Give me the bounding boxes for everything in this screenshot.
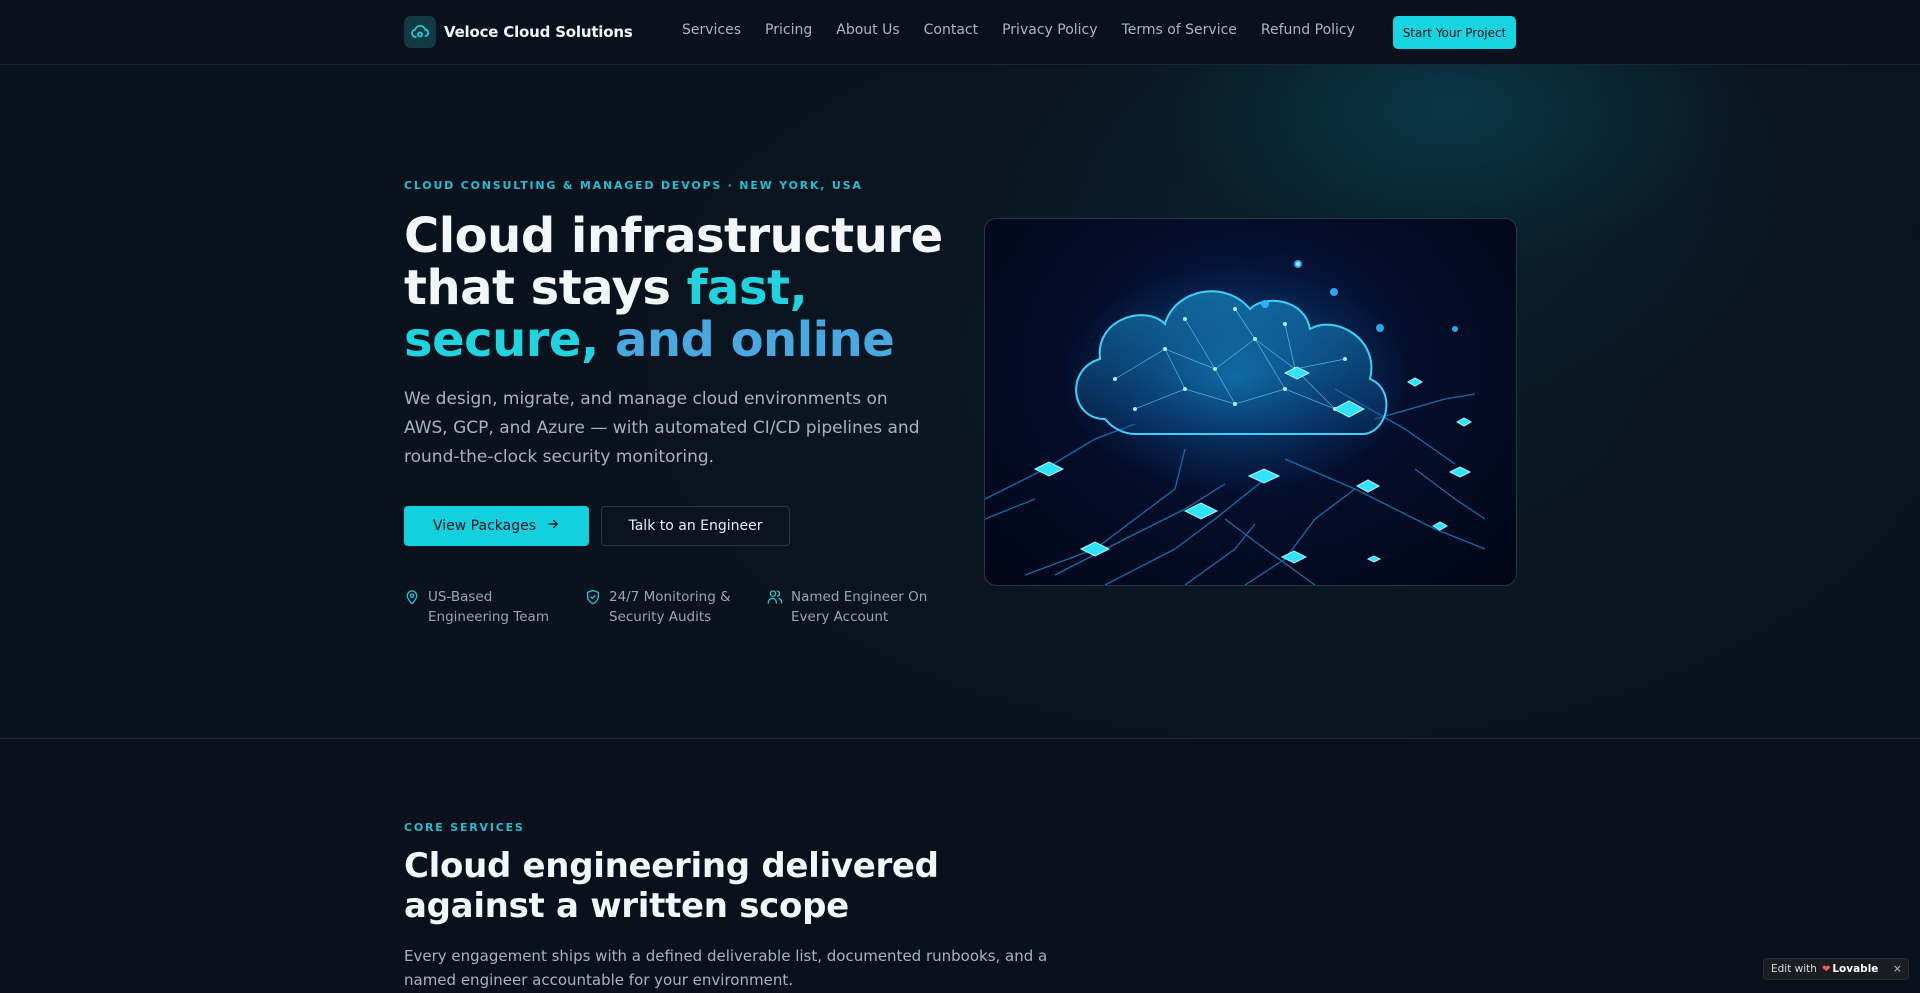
shield-check-icon xyxy=(585,589,601,605)
badge-brand: Lovable xyxy=(1832,963,1879,975)
feature-text: 24/7 Monitoring & Security Audits xyxy=(609,589,731,625)
users-icon xyxy=(767,589,783,605)
hero-description: We design, migrate, and manage cloud env… xyxy=(404,389,920,467)
badge-prefix: Edit with xyxy=(1771,963,1817,975)
feature-text: Named Engineer On Every Account xyxy=(791,589,928,625)
view-packages-label: View Packages xyxy=(433,518,536,534)
feature-us-based: US-Based Engineering Team xyxy=(404,587,574,627)
brand[interactable]: Veloce Cloud Solutions xyxy=(404,16,633,48)
services-title: Cloud engineering delivered against a wr… xyxy=(404,846,939,926)
nav-link-pricing[interactable]: Pricing xyxy=(765,22,812,38)
start-project-button[interactable]: Start Your Project xyxy=(1393,16,1516,49)
nav-link-services[interactable]: Services xyxy=(682,22,741,38)
services-eyebrow: CORE SERVICES xyxy=(404,821,525,834)
hero-title: Cloud infrastructure that stays fast, se… xyxy=(404,210,964,366)
nav-link-terms-of-service[interactable]: Terms of Service xyxy=(1122,22,1237,38)
cloud-icon xyxy=(404,16,436,48)
hero-title-highlight-2: and online xyxy=(614,312,895,368)
feature-text: US-Based Engineering Team xyxy=(428,589,549,625)
nav-link-contact[interactable]: Contact xyxy=(924,22,978,38)
top-nav: Veloce Cloud Solutions Services Pricing … xyxy=(0,0,1920,65)
feature-named-engineer: Named Engineer On Every Account xyxy=(767,587,937,627)
nav-link-refund-policy[interactable]: Refund Policy xyxy=(1261,22,1355,38)
nav-link-privacy-policy[interactable]: Privacy Policy xyxy=(1002,22,1097,38)
nav-links: Services Pricing About Us Contact Privac… xyxy=(682,22,1379,38)
view-packages-button[interactable]: View Packages xyxy=(404,506,589,546)
map-pin-icon xyxy=(404,589,420,605)
hero-eyebrow: CLOUD CONSULTING & MANAGED DEVOPS · NEW … xyxy=(404,179,863,192)
arrow-right-icon xyxy=(546,517,560,535)
nav-link-about-us[interactable]: About Us xyxy=(836,22,899,38)
hero-title-text: Cloud infrastructure that stays xyxy=(404,208,943,316)
heart-icon: ❤ xyxy=(1821,963,1831,975)
hero-cloud-illustration xyxy=(984,218,1517,586)
feature-monitoring: 24/7 Monitoring & Security Audits xyxy=(585,587,755,627)
edit-with-lovable-badge[interactable]: Edit with ❤ Lovable × xyxy=(1763,958,1909,980)
hero-section xyxy=(0,65,1920,739)
close-icon[interactable]: × xyxy=(1893,962,1902,975)
services-description: Every engagement ships with a defined de… xyxy=(404,947,1048,989)
brand-name: Veloce Cloud Solutions xyxy=(444,23,633,41)
talk-to-engineer-button[interactable]: Talk to an Engineer xyxy=(601,506,790,546)
